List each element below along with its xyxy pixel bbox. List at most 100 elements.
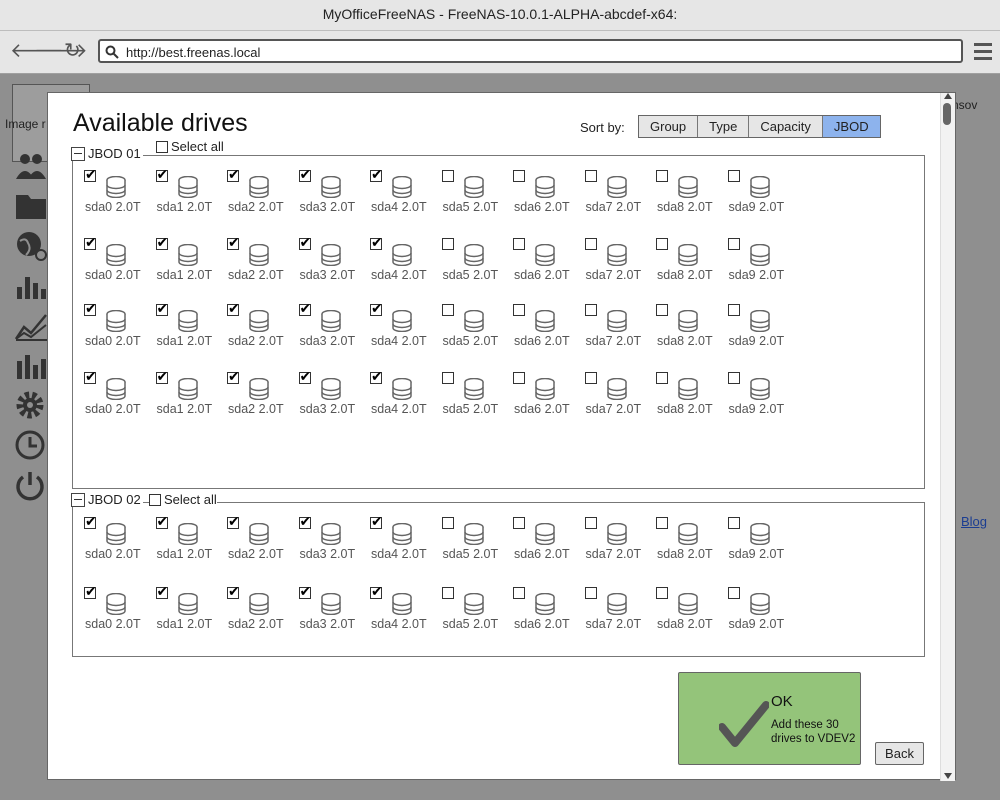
drive-item[interactable]: sda9 2.0T xyxy=(726,170,798,216)
drive-item[interactable]: sda7 2.0T xyxy=(583,372,655,418)
drive-item[interactable]: sda6 2.0T xyxy=(511,238,583,284)
drive-item[interactable]: sda8 2.0T xyxy=(654,372,726,418)
drive-item[interactable]: sda7 2.0T xyxy=(583,587,655,633)
drive-item[interactable]: sda0 2.0T xyxy=(82,368,154,418)
drive-item[interactable]: sda9 2.0T xyxy=(726,304,798,350)
drive-item[interactable]: sda8 2.0T xyxy=(654,170,726,216)
drive-item[interactable]: sda1 2.0T xyxy=(154,234,226,284)
drive-item[interactable]: sda2 2.0T xyxy=(225,300,297,350)
drive-checkbox[interactable] xyxy=(727,587,740,599)
drive-item[interactable]: sda3 2.0T xyxy=(297,368,369,418)
drive-item[interactable]: sda2 2.0T xyxy=(225,513,297,563)
drive-item[interactable]: sda2 2.0T xyxy=(225,234,297,284)
drive-checkbox[interactable] xyxy=(584,304,597,316)
drive-checkbox[interactable] xyxy=(370,513,383,530)
drive-item[interactable]: sda8 2.0T xyxy=(654,517,726,563)
drive-item[interactable]: sda9 2.0T xyxy=(726,587,798,633)
drive-checkbox[interactable] xyxy=(298,300,311,317)
drive-checkbox[interactable] xyxy=(370,300,383,317)
drive-item[interactable]: sda4 2.0T xyxy=(368,368,440,418)
drive-item[interactable]: sda4 2.0T xyxy=(368,300,440,350)
clock-icon[interactable] xyxy=(14,429,48,463)
drive-item[interactable]: sda1 2.0T xyxy=(154,513,226,563)
drive-item[interactable]: sda3 2.0T xyxy=(297,583,369,633)
drive-checkbox[interactable] xyxy=(441,238,454,250)
drive-item[interactable]: sda0 2.0T xyxy=(82,300,154,350)
drive-item[interactable]: sda5 2.0T xyxy=(440,587,512,633)
drive-checkbox[interactable] xyxy=(84,513,97,530)
drive-item[interactable]: sda3 2.0T xyxy=(297,300,369,350)
globe-icon[interactable] xyxy=(14,229,48,263)
drive-item[interactable]: sda2 2.0T xyxy=(225,583,297,633)
collapse-icon[interactable] xyxy=(71,492,85,507)
drive-item[interactable]: sda5 2.0T xyxy=(440,238,512,284)
drive-item[interactable]: sda5 2.0T xyxy=(440,170,512,216)
line-chart-icon[interactable] xyxy=(14,309,48,343)
select-all-checkbox[interactable] xyxy=(156,140,168,153)
drive-checkbox[interactable] xyxy=(298,583,311,600)
drive-checkbox[interactable] xyxy=(656,304,668,316)
drive-checkbox[interactable] xyxy=(656,170,668,182)
select-all[interactable]: Select all xyxy=(149,492,217,507)
drive-item[interactable]: sda4 2.0T xyxy=(368,166,440,216)
sort-type-button[interactable]: Type xyxy=(698,116,750,137)
power-icon[interactable] xyxy=(14,469,48,503)
drive-item[interactable]: sda6 2.0T xyxy=(511,170,583,216)
collapse-icon[interactable] xyxy=(71,146,85,161)
drive-item[interactable]: sda2 2.0T xyxy=(225,166,297,216)
drive-checkbox[interactable] xyxy=(441,587,454,599)
drive-checkbox[interactable] xyxy=(84,234,97,251)
drive-checkbox[interactable] xyxy=(441,170,454,182)
drive-checkbox[interactable] xyxy=(155,583,168,600)
bar-chart-icon[interactable] xyxy=(14,269,48,303)
drive-checkbox[interactable] xyxy=(513,304,525,316)
drive-checkbox[interactable] xyxy=(727,238,740,250)
sort-group-button[interactable]: Group xyxy=(639,116,699,137)
drive-checkbox[interactable] xyxy=(513,372,525,384)
drive-item[interactable]: sda2 2.0T xyxy=(225,368,297,418)
drive-item[interactable]: sda3 2.0T xyxy=(297,513,369,563)
drive-item[interactable]: sda9 2.0T xyxy=(726,238,798,284)
drive-item[interactable]: sda6 2.0T xyxy=(511,372,583,418)
reload-icon[interactable]: ↻ xyxy=(64,41,81,61)
drive-item[interactable]: sda5 2.0T xyxy=(440,517,512,563)
drive-item[interactable]: sda6 2.0T xyxy=(511,517,583,563)
drive-item[interactable]: sda1 2.0T xyxy=(154,166,226,216)
drive-checkbox[interactable] xyxy=(513,517,525,529)
drive-checkbox[interactable] xyxy=(227,513,240,530)
drive-item[interactable]: sda7 2.0T xyxy=(583,517,655,563)
drive-item[interactable]: sda7 2.0T xyxy=(583,170,655,216)
drive-checkbox[interactable] xyxy=(370,368,383,385)
address-bar[interactable]: http://best.freenas.local xyxy=(98,39,963,63)
drive-checkbox[interactable] xyxy=(370,234,383,251)
drive-checkbox[interactable] xyxy=(84,368,97,385)
drive-checkbox[interactable] xyxy=(298,234,311,251)
drive-checkbox[interactable] xyxy=(298,513,311,530)
select-all[interactable]: Select all xyxy=(156,139,224,154)
drive-item[interactable]: sda4 2.0T xyxy=(368,583,440,633)
hamburger-menu-icon[interactable] xyxy=(974,43,992,64)
drive-item[interactable]: sda6 2.0T xyxy=(511,587,583,633)
drive-item[interactable]: sda0 2.0T xyxy=(82,583,154,633)
drive-checkbox[interactable] xyxy=(727,517,740,529)
drive-checkbox[interactable] xyxy=(227,368,240,385)
users-icon[interactable] xyxy=(14,149,48,183)
drive-checkbox[interactable] xyxy=(370,166,383,183)
scrollbar[interactable] xyxy=(940,93,955,781)
drive-checkbox[interactable] xyxy=(513,170,525,182)
drive-checkbox[interactable] xyxy=(227,300,240,317)
drive-item[interactable]: sda3 2.0T xyxy=(297,234,369,284)
drive-checkbox[interactable] xyxy=(298,166,311,183)
drive-item[interactable]: sda5 2.0T xyxy=(440,372,512,418)
drive-checkbox[interactable] xyxy=(584,517,597,529)
drive-item[interactable]: sda5 2.0T xyxy=(440,304,512,350)
drive-item[interactable]: sda0 2.0T xyxy=(82,166,154,216)
drive-checkbox[interactable] xyxy=(656,372,668,384)
drive-checkbox[interactable] xyxy=(155,513,168,530)
drive-checkbox[interactable] xyxy=(298,368,311,385)
drive-item[interactable]: sda7 2.0T xyxy=(583,238,655,284)
sort-capacity-button[interactable]: Capacity xyxy=(749,116,823,137)
drive-item[interactable]: sda9 2.0T xyxy=(726,372,798,418)
drive-checkbox[interactable] xyxy=(584,587,597,599)
drive-item[interactable]: sda1 2.0T xyxy=(154,368,226,418)
